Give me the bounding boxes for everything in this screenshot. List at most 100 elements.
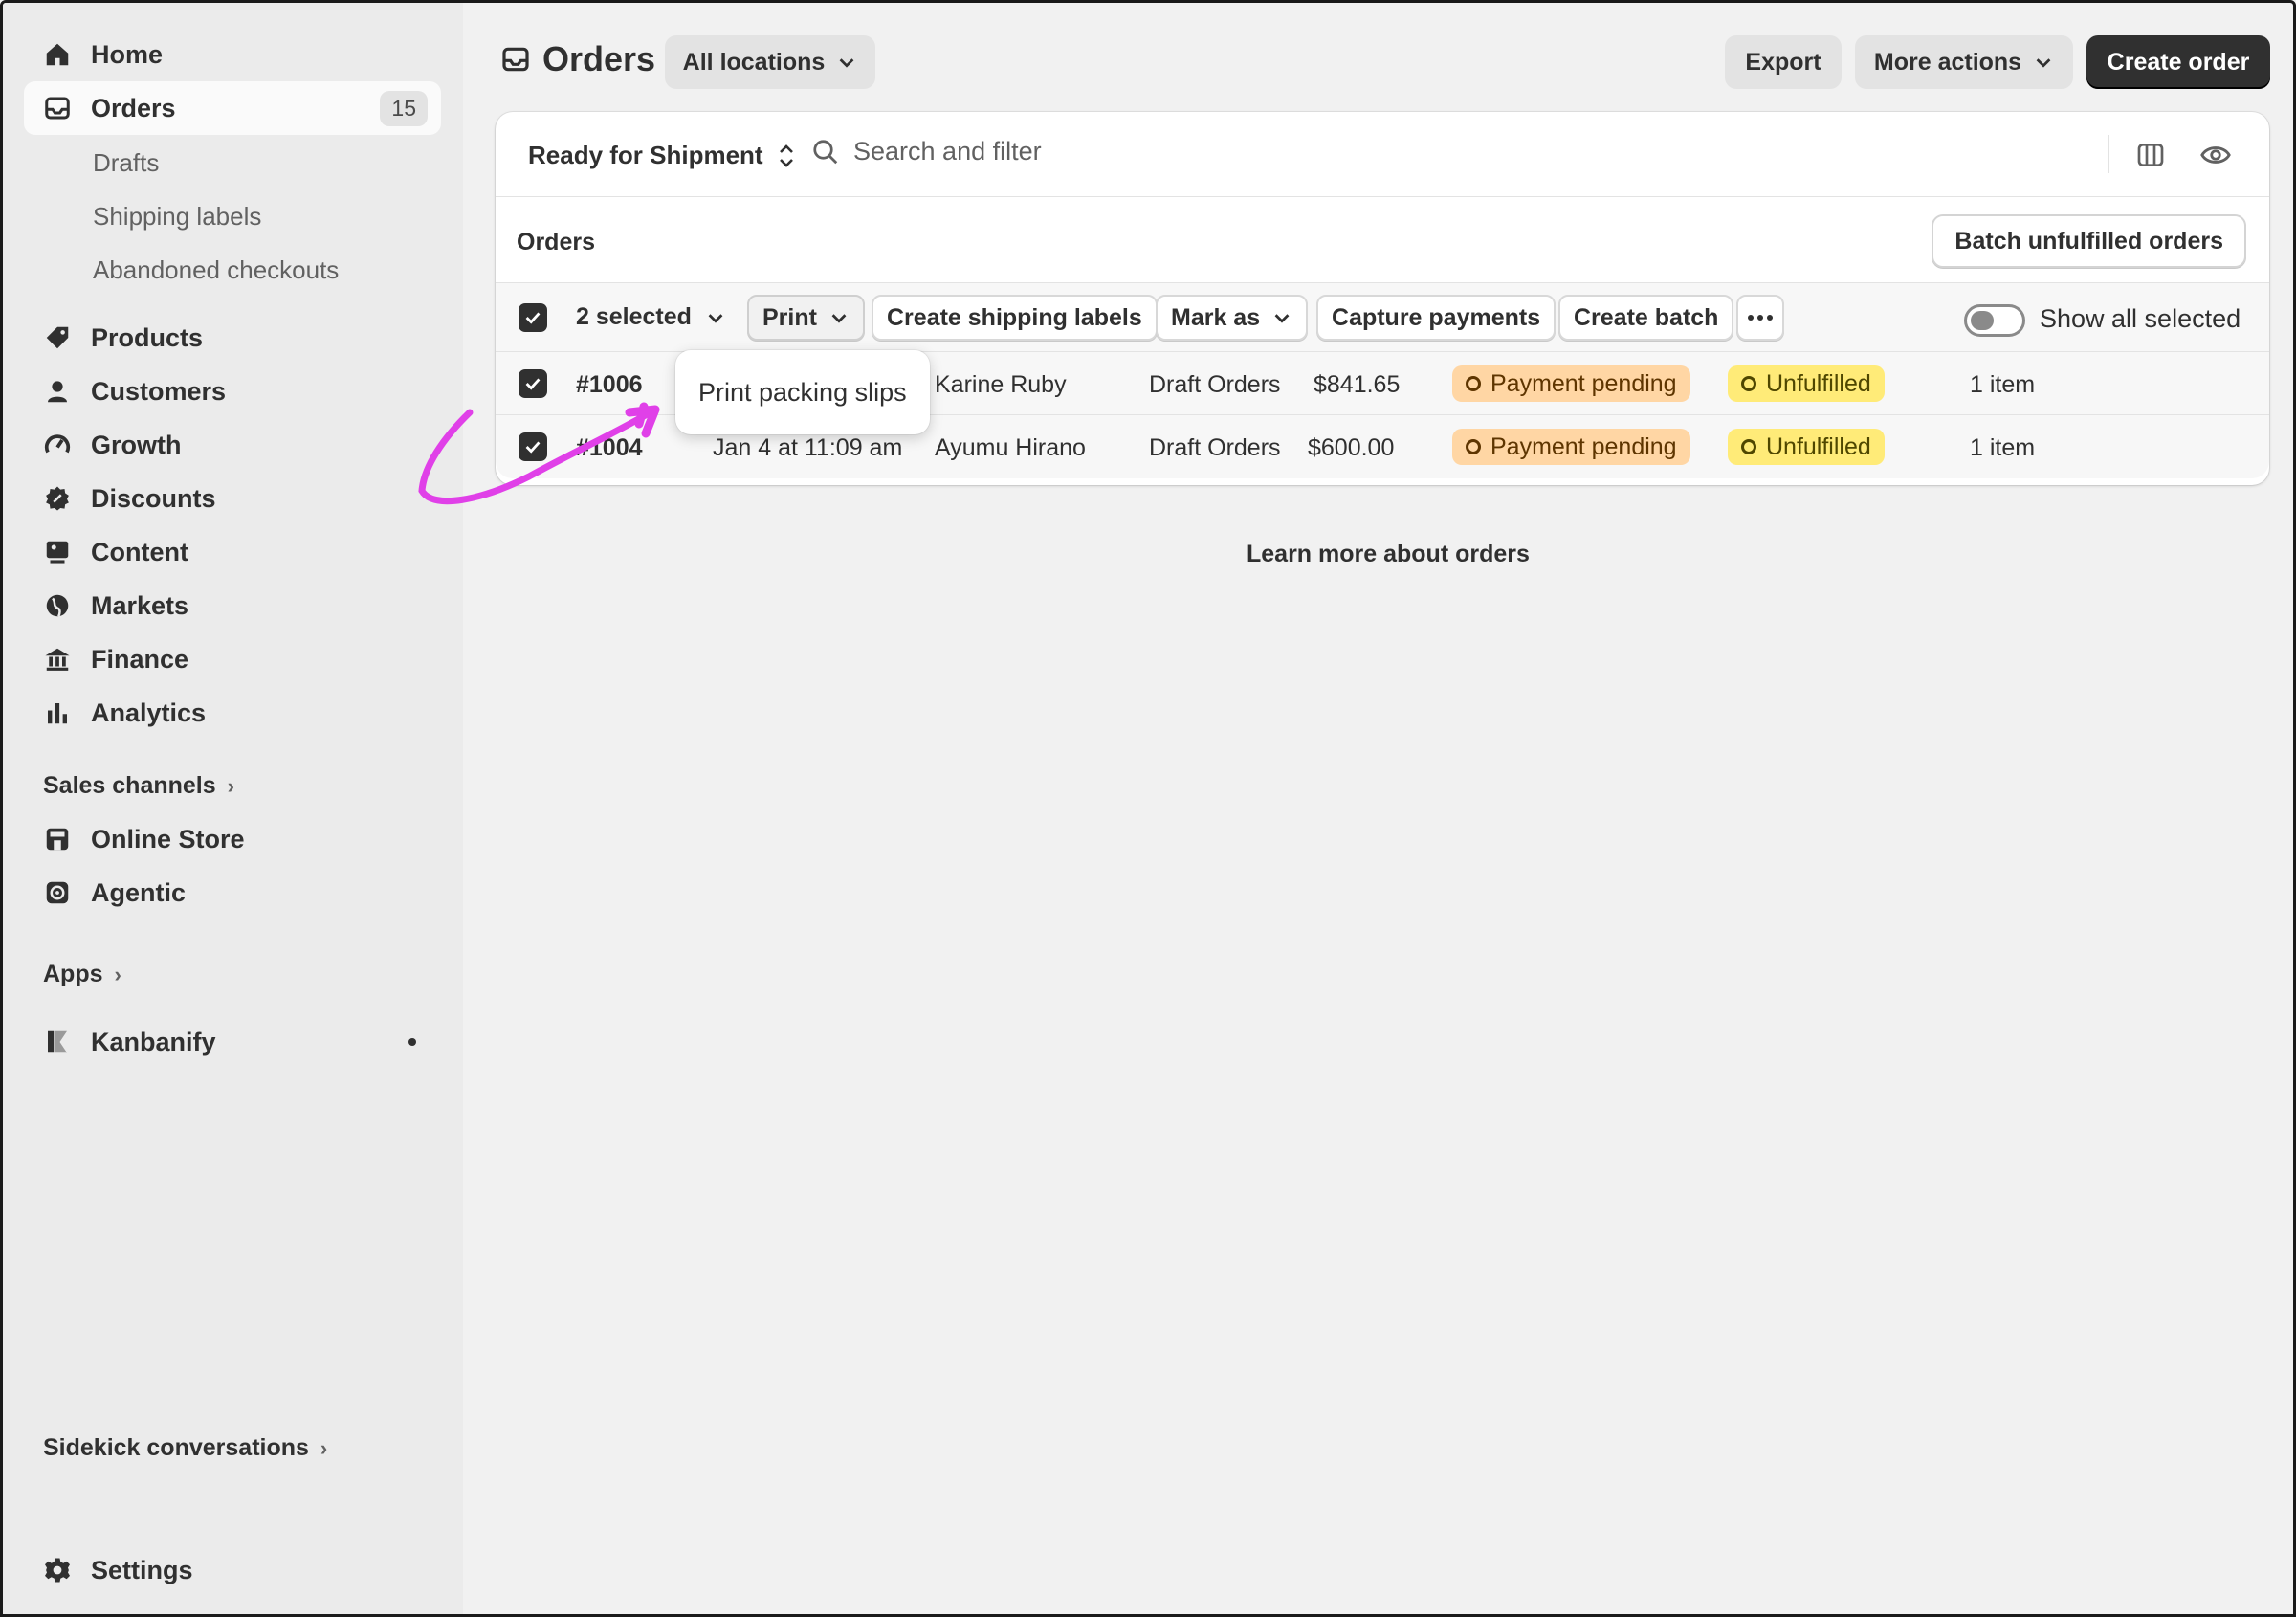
export-label: Export bbox=[1745, 48, 1821, 76]
chevron-right-icon: › bbox=[320, 1435, 328, 1460]
check-icon bbox=[525, 312, 541, 324]
eye-icon bbox=[2200, 146, 2231, 164]
sidebar-item-discounts[interactable]: Discounts bbox=[24, 472, 441, 525]
sidebar-item-orders[interactable]: Orders 15 bbox=[24, 81, 441, 135]
saved-view-label: Ready for Shipment bbox=[528, 141, 763, 169]
print-label: Print bbox=[762, 303, 817, 331]
gauge-icon bbox=[41, 429, 74, 461]
sidebar-item-label: Growth bbox=[91, 430, 182, 459]
learn-more-link[interactable]: Learn more about orders bbox=[1247, 541, 1530, 568]
sidekick-conversations-heading[interactable]: Sidekick conversations › bbox=[43, 1434, 327, 1462]
sidebar-item-abandoned-checkouts[interactable]: Abandoned checkouts bbox=[93, 255, 339, 285]
location-select[interactable]: All locations bbox=[665, 35, 875, 89]
fulfillment-status-badge: Unfulfilled bbox=[1728, 365, 1885, 402]
order-number[interactable]: #1004 bbox=[576, 434, 643, 462]
chevron-right-icon: › bbox=[114, 962, 121, 986]
apps-label: Apps bbox=[43, 961, 103, 987]
gear-icon bbox=[41, 1554, 74, 1586]
sidebar-item-content[interactable]: Content bbox=[24, 525, 441, 579]
chevron-right-icon: › bbox=[227, 773, 234, 798]
sidebar-item-customers[interactable]: Customers bbox=[24, 365, 441, 418]
apps-heading[interactable]: Apps › bbox=[43, 961, 121, 988]
sidebar-item-label: Customers bbox=[91, 376, 227, 406]
circle-icon bbox=[1741, 439, 1756, 454]
saved-view-select[interactable]: Ready for Shipment bbox=[528, 141, 796, 170]
search-input[interactable]: Search and filter bbox=[811, 137, 1042, 166]
sort-arrows-icon bbox=[779, 144, 793, 167]
item-count: 1 item bbox=[1970, 371, 2036, 398]
sidebar-item-products[interactable]: Products bbox=[24, 311, 441, 365]
export-button[interactable]: Export bbox=[1725, 35, 1842, 89]
sidebar-item-label: Products bbox=[91, 322, 204, 352]
sidebar-item-analytics[interactable]: Analytics bbox=[24, 686, 441, 740]
sidebar-item-drafts[interactable]: Drafts bbox=[93, 148, 159, 178]
mark-as-button[interactable]: Mark as bbox=[1156, 295, 1309, 341]
page-title: Orders bbox=[500, 39, 655, 79]
sidebar-item-label: Online Store bbox=[91, 824, 245, 853]
view-button[interactable] bbox=[2197, 137, 2234, 173]
order-number[interactable]: #1006 bbox=[576, 371, 643, 399]
robot-icon bbox=[41, 876, 74, 909]
more-bulk-actions-button[interactable] bbox=[1736, 295, 1784, 341]
mark-as-label: Mark as bbox=[1171, 303, 1261, 331]
circle-icon bbox=[1466, 376, 1481, 391]
sidebar-item-shipping-labels[interactable]: Shipping labels bbox=[93, 202, 261, 232]
payment-status-badge: Payment pending bbox=[1452, 429, 1690, 465]
sidebar-item-markets[interactable]: Markets bbox=[24, 579, 441, 632]
create-order-button[interactable]: Create order bbox=[2086, 35, 2270, 89]
payment-status-label: Payment pending bbox=[1490, 369, 1677, 397]
columns-icon bbox=[2137, 144, 2164, 166]
more-actions-button[interactable]: More actions bbox=[1855, 35, 2073, 89]
sidebar-item-label: Kanbanify bbox=[91, 1027, 216, 1056]
ellipsis-icon bbox=[1748, 315, 1773, 321]
selected-count: 2 selected bbox=[576, 303, 692, 330]
sidebar-item-label: Content bbox=[91, 537, 188, 566]
selection-dropdown[interactable]: 2 selected bbox=[576, 303, 726, 331]
sidebar-item-label: Orders bbox=[91, 93, 176, 122]
inbox-icon bbox=[502, 47, 529, 72]
sidebar-item-label: Finance bbox=[91, 644, 189, 674]
chevron-down-icon bbox=[708, 313, 723, 323]
sidebar-item-growth[interactable]: Growth bbox=[24, 418, 441, 472]
orders-section-label: Orders bbox=[517, 229, 595, 255]
fulfillment-status-badge: Unfulfilled bbox=[1728, 429, 1885, 465]
app-window: Home Orders 15 Drafts Shipping labels Ab… bbox=[0, 0, 2296, 1617]
orders-count-badge: 15 bbox=[380, 90, 428, 126]
sales-channel: Draft Orders bbox=[1149, 371, 1281, 398]
order-total: $841.65 bbox=[1314, 371, 1401, 398]
sidebar-item-label: Home bbox=[91, 39, 164, 69]
sidebar-item-home[interactable]: Home bbox=[24, 28, 441, 81]
person-icon bbox=[41, 375, 74, 408]
show-all-selected-label: Show all selected bbox=[2040, 304, 2241, 333]
show-all-selected-toggle[interactable] bbox=[1964, 304, 2025, 337]
sidebar-item-finance[interactable]: Finance bbox=[24, 632, 441, 686]
sidebar-item-agentic[interactable]: Agentic bbox=[24, 866, 441, 919]
columns-button[interactable] bbox=[2132, 137, 2169, 173]
sidebar-item-label: Settings bbox=[91, 1555, 193, 1584]
sidebar-item-kanbanify[interactable]: Kanbanify bbox=[24, 1015, 441, 1069]
capture-payments-button[interactable]: Capture payments bbox=[1316, 295, 1556, 341]
chevron-down-icon bbox=[1274, 314, 1290, 323]
print-button[interactable]: Print bbox=[747, 295, 865, 341]
select-all-checkbox[interactable] bbox=[519, 303, 547, 332]
kanbanify-logo-icon bbox=[41, 1026, 74, 1058]
batch-unfulfilled-orders-button[interactable]: Batch unfulfilled orders bbox=[1932, 214, 2246, 268]
chevron-down-icon bbox=[839, 58, 854, 68]
print-packing-slips-option[interactable]: Print packing slips bbox=[698, 378, 907, 408]
sales-channels-heading[interactable]: Sales channels › bbox=[43, 772, 234, 800]
discount-icon bbox=[41, 482, 74, 515]
bar-chart-icon bbox=[41, 697, 74, 729]
create-batch-button[interactable]: Create batch bbox=[1558, 295, 1734, 341]
filter-bar: Ready for Shipment Search and filter bbox=[496, 112, 2269, 197]
sidebar-item-label: Discounts bbox=[91, 483, 216, 513]
row-checkbox[interactable] bbox=[519, 369, 547, 398]
sales-channel: Draft Orders bbox=[1149, 434, 1281, 461]
row-checkbox[interactable] bbox=[519, 432, 547, 461]
location-select-label: All locations bbox=[682, 48, 826, 76]
search-icon bbox=[813, 139, 838, 164]
globe-icon bbox=[41, 589, 74, 622]
sidebar-item-settings[interactable]: Settings bbox=[24, 1543, 441, 1597]
sidebar-item-online-store[interactable]: Online Store bbox=[24, 812, 441, 866]
create-shipping-labels-button[interactable]: Create shipping labels bbox=[872, 295, 1158, 341]
notification-dot bbox=[408, 1038, 416, 1046]
